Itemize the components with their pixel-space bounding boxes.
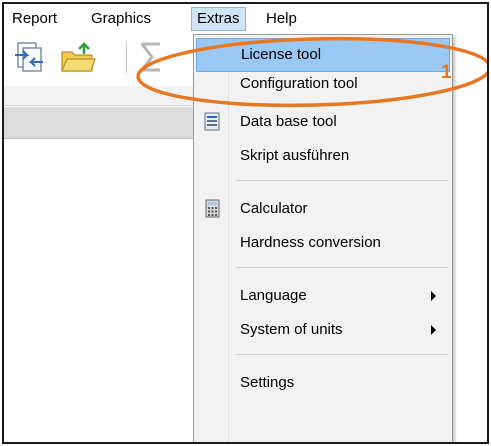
highlight-oval-icon bbox=[136, 36, 487, 108]
app-window: Report Graphics Extras Help License tool… bbox=[2, 2, 489, 444]
callout-number: 1 bbox=[441, 62, 452, 83]
